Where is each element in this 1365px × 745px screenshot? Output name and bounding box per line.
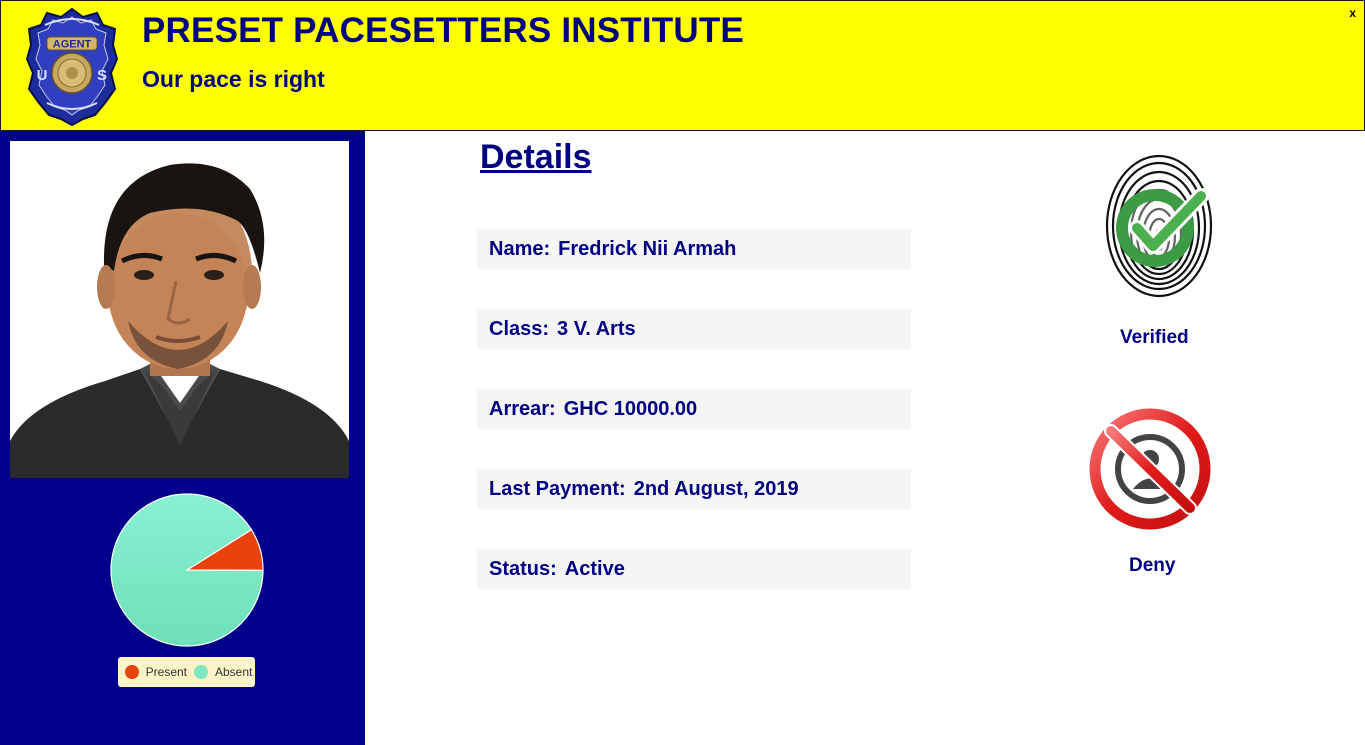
status-label: Status: <box>489 558 557 580</box>
name-field: Name: Fredrick Nii Armah <box>477 229 911 269</box>
class-label: Class: <box>489 318 550 340</box>
arrear-label: Arrear: <box>489 398 556 420</box>
app-subtitle: Our pace is right <box>142 66 325 92</box>
status-value: Active <box>564 558 625 580</box>
verified-label: Verified <box>1120 327 1189 348</box>
police-badge-icon: AGENT U S <box>25 7 119 127</box>
attendance-pie-chart <box>110 493 264 647</box>
close-button[interactable]: x <box>1349 7 1356 19</box>
last-payment-field: Last Payment: 2nd August, 2019 <box>477 469 911 509</box>
class-value: 3 V. Arts <box>557 318 636 340</box>
present-legend-dot <box>124 665 139 679</box>
name-label: Name: <box>489 238 551 260</box>
sidebar: Present Absent <box>0 131 365 745</box>
last-payment-label: Last Payment: <box>489 478 626 500</box>
arrear-field: Arrear: GHC 10000.00 <box>477 389 911 429</box>
fingerprint-check-icon[interactable] <box>1101 150 1217 302</box>
present-legend-label: Present <box>145 665 187 679</box>
app-title: PRESET PACESETTERS INSTITUTE <box>142 11 744 50</box>
class-field: Class: 3 V. Arts <box>477 309 911 349</box>
svg-text:U: U <box>37 67 48 84</box>
absent-legend-label: Absent <box>215 665 253 679</box>
app-header: AGENT U S PRESET PACESETTERS INSTITUTE O… <box>0 0 1365 131</box>
arrear-value: GHC 10000.00 <box>563 398 698 420</box>
last-payment-value: 2nd August, 2019 <box>633 478 799 500</box>
details-heading: Details <box>480 138 592 176</box>
svg-text:S: S <box>97 67 107 84</box>
svg-text:AGENT: AGENT <box>53 39 92 51</box>
student-photo-illustration <box>10 141 349 478</box>
attendance-legend: Present Absent <box>118 657 255 687</box>
deny-label: Deny <box>1129 555 1176 576</box>
pie-slice-absent <box>110 493 264 647</box>
student-photo <box>10 141 349 478</box>
absent-legend-dot <box>194 665 208 679</box>
no-person-icon[interactable] <box>1089 404 1211 534</box>
status-field: Status: Active <box>477 549 911 589</box>
name-value: Fredrick Nii Armah <box>558 238 737 260</box>
